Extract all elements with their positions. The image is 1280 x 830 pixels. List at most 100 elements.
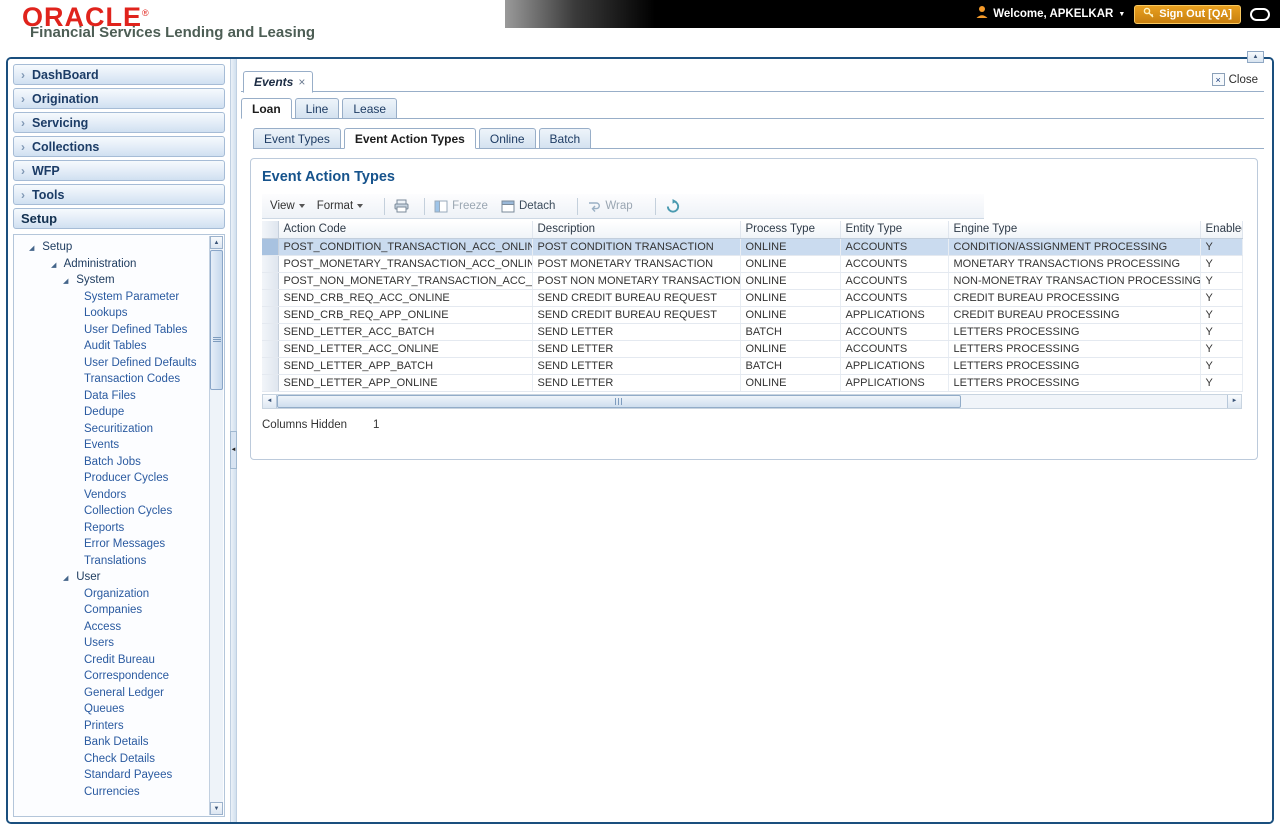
collapse-sidebar-button[interactable]: ◄: [230, 431, 237, 469]
tree-leaf-item[interactable]: Printers: [14, 718, 208, 735]
tree-leaf-label[interactable]: Users: [84, 637, 114, 649]
table-row[interactable]: SEND_LETTER_ACC_ONLINE SEND LETTER ONLIN…: [262, 340, 1243, 358]
product-tab[interactable]: Line: [294, 98, 340, 119]
tree-leaf-label[interactable]: Reports: [84, 522, 124, 534]
tree-leaf-label[interactable]: Correspondence: [84, 670, 169, 682]
tree-leaf-item[interactable]: Translations: [14, 553, 208, 570]
tree-leaf-label[interactable]: Currencies: [84, 786, 140, 798]
row-selector[interactable]: [262, 323, 279, 341]
tree-leaf-item[interactable]: Currencies: [14, 784, 208, 801]
tree-leaf-item[interactable]: System Parameter: [14, 289, 208, 306]
tree-leaf-label[interactable]: Audit Tables: [84, 340, 146, 352]
event-subtab[interactable]: Event Action Types: [343, 128, 476, 149]
tree-leaf-item[interactable]: Access: [14, 619, 208, 636]
tree-node-setup[interactable]: ◢ Setup: [14, 239, 208, 256]
tree-node-user[interactable]: ◢ User: [14, 569, 208, 586]
tree-leaf-label[interactable]: Transaction Codes: [84, 373, 180, 385]
table-row[interactable]: SEND_CRB_REQ_ACC_ONLINE SEND CREDIT BURE…: [262, 289, 1243, 307]
tree-leaf-item[interactable]: Data Files: [14, 388, 208, 405]
close-button[interactable]: × Close: [1211, 73, 1258, 86]
table-row[interactable]: SEND_LETTER_APP_BATCH SEND LETTER BATCH …: [262, 357, 1243, 375]
tree-leaf-item[interactable]: Batch Jobs: [14, 454, 208, 471]
tree-leaf-item[interactable]: Organization: [14, 586, 208, 603]
scroll-down-arrow-icon[interactable]: ▼: [210, 802, 223, 815]
tree-node-label[interactable]: Setup: [42, 241, 72, 253]
scrollbar-thumb[interactable]: [210, 250, 223, 390]
tree-leaf-label[interactable]: Check Details: [84, 753, 155, 765]
twisty-icon[interactable]: ◢: [63, 571, 73, 586]
tree-leaf-label[interactable]: Vendors: [84, 489, 126, 501]
tree-leaf-label[interactable]: Access: [84, 621, 121, 633]
event-subtab[interactable]: Event Types: [253, 128, 341, 149]
view-menu-button[interactable]: View: [270, 200, 305, 212]
event-subtab[interactable]: Online: [478, 128, 536, 149]
column-header-process-type[interactable]: Process Type: [740, 221, 841, 239]
tree-leaf-label[interactable]: Securitization: [84, 423, 153, 435]
tree-leaf-label[interactable]: Queues: [84, 703, 124, 715]
tree-leaf-label[interactable]: Lookups: [84, 307, 127, 319]
tree-leaf-label[interactable]: General Ledger: [84, 687, 164, 699]
tree-leaf-label[interactable]: Error Messages: [84, 538, 165, 550]
tree-leaf-label[interactable]: Events: [84, 439, 119, 451]
tree-leaf-item[interactable]: Check Details: [14, 751, 208, 768]
tree-leaf-label[interactable]: Companies: [84, 604, 142, 616]
page-scroll-up-button[interactable]: ▲: [1247, 51, 1264, 63]
row-selector[interactable]: [262, 272, 279, 290]
tree-leaf-item[interactable]: Dedupe: [14, 404, 208, 421]
twisty-icon[interactable]: ◢: [51, 258, 61, 273]
accordion-item[interactable]: › Collections: [13, 136, 225, 157]
column-header-engine-type[interactable]: Engine Type: [948, 221, 1201, 239]
table-horizontal-scrollbar[interactable]: ◄ ►: [262, 393, 1242, 409]
tree-leaf-item[interactable]: Credit Bureau: [14, 652, 208, 669]
tree-leaf-item[interactable]: Transaction Codes: [14, 371, 208, 388]
tree-leaf-item[interactable]: Vendors: [14, 487, 208, 504]
tree-leaf-label[interactable]: Translations: [84, 555, 146, 567]
refresh-button[interactable]: [665, 198, 681, 214]
event-subtab[interactable]: Batch: [538, 128, 592, 149]
format-menu-button[interactable]: Format: [317, 200, 364, 212]
row-selector[interactable]: [262, 340, 279, 358]
tree-leaf-label[interactable]: Credit Bureau: [84, 654, 155, 666]
document-tab-events[interactable]: Events ×: [243, 71, 314, 93]
tree-leaf-item[interactable]: Events: [14, 437, 208, 454]
table-row[interactable]: SEND_LETTER_APP_ONLINE SEND LETTER ONLIN…: [262, 374, 1243, 392]
table-row[interactable]: SEND_LETTER_ACC_BATCH SEND LETTER BATCH …: [262, 323, 1243, 341]
row-selector[interactable]: [262, 238, 279, 256]
column-header-entity-type[interactable]: Entity Type: [840, 221, 949, 239]
scroll-up-arrow-icon[interactable]: ▲: [210, 236, 223, 249]
row-selector[interactable]: [262, 374, 279, 392]
tree-node-label[interactable]: Administration: [64, 258, 137, 270]
row-selector[interactable]: [262, 289, 279, 307]
tree-leaf-item[interactable]: Lookups: [14, 305, 208, 322]
tree-leaf-item[interactable]: Error Messages: [14, 536, 208, 553]
tree-leaf-item[interactable]: User Defined Tables: [14, 322, 208, 339]
tree-leaf-label[interactable]: Standard Payees: [84, 769, 172, 781]
tree-leaf-item[interactable]: Securitization: [14, 421, 208, 438]
twisty-icon[interactable]: ◢: [29, 241, 39, 256]
tree-leaf-label[interactable]: Batch Jobs: [84, 456, 141, 468]
scrollbar-thumb[interactable]: [277, 394, 961, 408]
tab-close-icon[interactable]: ×: [298, 75, 305, 89]
tree-leaf-label[interactable]: Bank Details: [84, 736, 149, 748]
tree-leaf-label[interactable]: Collection Cycles: [84, 505, 172, 517]
tree-leaf-item[interactable]: Correspondence: [14, 668, 208, 685]
tree-vertical-scrollbar[interactable]: ▲ ▼: [209, 236, 223, 815]
table-row[interactable]: POST_MONETARY_TRANSACTION_ACC_ONLINE POS…: [262, 255, 1243, 273]
twisty-icon[interactable]: ◢: [63, 274, 73, 289]
row-selector[interactable]: [262, 306, 279, 324]
scroll-right-arrow-icon[interactable]: ►: [1227, 394, 1241, 408]
tree-leaf-item[interactable]: Users: [14, 635, 208, 652]
tree-leaf-label[interactable]: Producer Cycles: [84, 472, 168, 484]
tree-node-label[interactable]: System: [76, 274, 114, 286]
table-row[interactable]: SEND_CRB_REQ_APP_ONLINE SEND CREDIT BURE…: [262, 306, 1243, 324]
tree-node-system[interactable]: ◢ System: [14, 272, 208, 289]
chat-bubble-icon[interactable]: [1250, 7, 1270, 21]
print-button[interactable]: [394, 199, 409, 213]
accordion-item[interactable]: › WFP: [13, 160, 225, 181]
sign-out-button[interactable]: Sign Out [QA]: [1134, 4, 1241, 24]
accordion-item[interactable]: › Servicing: [13, 112, 225, 133]
accordion-item[interactable]: › Setup: [13, 208, 225, 229]
tree-leaf-item[interactable]: General Ledger: [14, 685, 208, 702]
row-selector[interactable]: [262, 357, 279, 375]
detach-button[interactable]: Detach: [501, 200, 555, 213]
